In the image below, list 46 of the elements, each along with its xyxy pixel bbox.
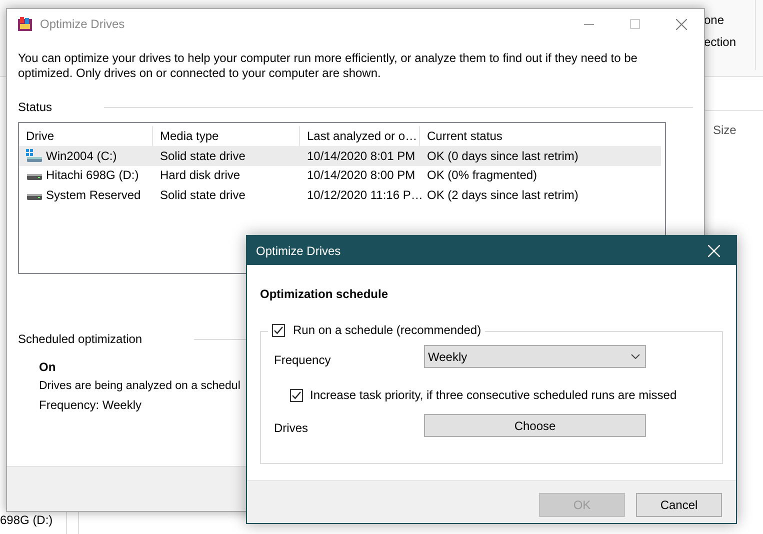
system-drive-icon <box>26 148 42 163</box>
window-title: Optimize Drives <box>40 17 125 31</box>
drive-row[interactable]: System Reserved Solid state drive 10/12/2020 11:16 P… OK (2 days since last retrim) <box>19 185 661 204</box>
dialog-title: Optimize Drives <box>256 244 341 258</box>
chevron-down-icon <box>631 354 640 359</box>
table-cell: OK (0 days since last retrim) <box>427 148 578 163</box>
checkbox-label: Run on a schedule (recommended) <box>293 323 482 337</box>
field-label: Frequency <box>274 353 332 367</box>
checkbox[interactable] <box>290 388 303 402</box>
drive-row[interactable]: Hitachi 698G (D:) Hard disk drive 10/14/2020 8:00 PM OK (0% fragmented) <box>19 166 661 185</box>
table-cell: 10/12/2020 11:16 P… <box>307 188 423 202</box>
table-cell: Solid state drive <box>160 188 246 202</box>
drive-icon <box>27 174 42 180</box>
ribbon-command[interactable]: ection <box>704 35 736 49</box>
section-label: Scheduled optimization <box>18 332 142 346</box>
choose-button[interactable]: Choose <box>424 414 646 437</box>
table-cell: System Reserved <box>46 188 141 202</box>
section-label: Status <box>18 100 52 114</box>
drive-row[interactable]: Win2004 (C:) Solid state drive 10/14/2020 8:01 PM OK (0 days since last retrim) <box>19 146 661 166</box>
table-cell: 10/14/2020 8:00 PM <box>307 168 416 182</box>
dialog-button[interactable]: Cancel <box>636 493 722 517</box>
checkbox[interactable] <box>272 324 285 336</box>
drive-icon <box>27 194 42 200</box>
table-cell: OK (0% fragmented) <box>427 168 538 182</box>
frequency-dropdown[interactable]: Weekly <box>424 345 646 368</box>
table-cell: OK (2 days since last retrim) <box>427 188 578 202</box>
field-label: Drives <box>274 421 310 435</box>
nav-item[interactable]: 698G (D:) <box>0 513 53 527</box>
checkbox-label: Increase task priority, if three consecutive scheduled runs are missed <box>310 388 677 402</box>
table-cell: Solid state drive <box>160 148 246 163</box>
table-cell: 10/14/2020 8:01 PM <box>307 148 416 163</box>
schedule-description: Drives are being analyzed on a schedul <box>39 380 240 392</box>
app-icon <box>17 16 33 32</box>
table-cell: Hard disk drive <box>160 168 240 182</box>
table-cell: Win2004 (C:) <box>46 148 117 163</box>
schedule-state: On <box>39 360 56 374</box>
section-heading: Optimization schedule <box>260 287 390 301</box>
maximize-icon <box>630 19 640 29</box>
close-icon <box>676 18 686 30</box>
column-header[interactable]: Size <box>713 123 736 137</box>
close-icon <box>708 244 720 256</box>
table-cell: Hitachi 698G (D:) <box>46 168 139 182</box>
schedule-frequency: Frequency: Weekly <box>39 398 142 412</box>
description-text: You can optimize your drives to help your computer run more efficiently, or analyze them to find out if they need to be optimized. Only drives on or connected to your computer are shown. <box>18 51 638 81</box>
ribbon-command[interactable]: one <box>704 13 724 27</box>
column-header[interactable]: Current status <box>420 126 643 146</box>
